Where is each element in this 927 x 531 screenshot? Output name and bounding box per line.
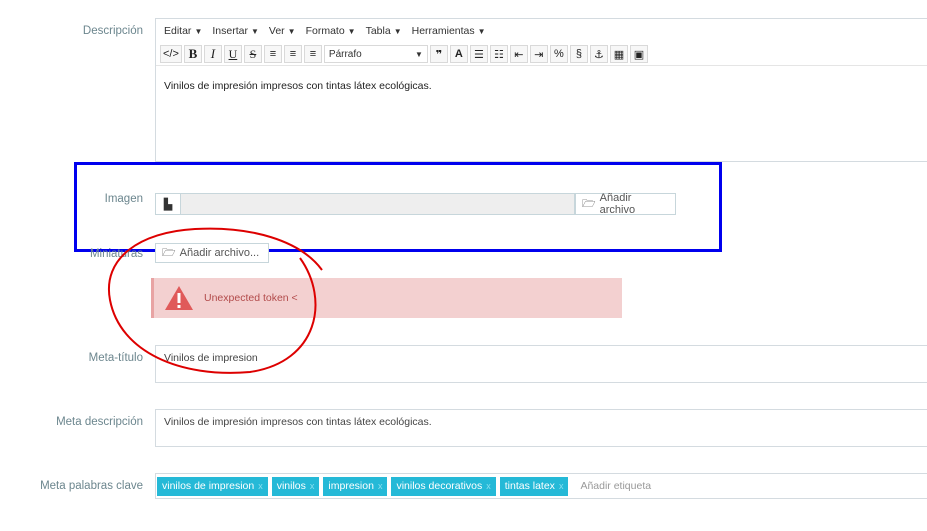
tag-chip: vinilos x	[271, 476, 320, 496]
remove-tag-icon[interactable]: x	[486, 481, 491, 491]
menu-insertar[interactable]: Insertar ▼	[212, 25, 259, 37]
menu-formato[interactable]: Formato ▼	[306, 25, 356, 37]
outdent-icon[interactable]: ⇤	[509, 45, 528, 63]
bullet-list-icon[interactable]: ☰	[469, 45, 488, 63]
tag-chip: vinilos de impresion x	[157, 476, 268, 496]
chevron-down-icon: ▼	[393, 26, 402, 36]
tag-chip: tintas latex x	[499, 476, 569, 496]
text-color-icon[interactable]: A	[449, 45, 468, 63]
strikethrough-icon[interactable]: S	[243, 45, 262, 63]
link-icon[interactable]: %	[549, 45, 568, 63]
image-icon[interactable]: ▣	[629, 45, 648, 63]
remove-tag-icon[interactable]: x	[559, 481, 564, 491]
tag-chip: impresion x	[323, 476, 388, 496]
meta-descripcion-label: Meta descripción	[56, 416, 143, 428]
unlink-icon[interactable]: §	[569, 45, 588, 63]
editor-toolbar: </> B I U S ≡ ≡ ≡ Párrafo ▼ ❞ A ☰ ☷ ⇤ ⇥ %…	[156, 43, 927, 66]
folder-open-icon: 🗁	[162, 246, 176, 259]
chevron-down-icon: ▼	[347, 26, 356, 36]
blockquote-icon[interactable]: ❞	[429, 45, 448, 63]
menu-tabla[interactable]: Tabla ▼	[366, 25, 402, 37]
align-left-icon[interactable]: ≡	[263, 45, 282, 63]
tag-chip: vinilos decorativos x	[391, 476, 496, 496]
chevron-down-icon: ▼	[477, 26, 486, 36]
rich-text-editor[interactable]: Editar ▼ Insertar ▼ Ver ▼ Formato ▼ Tabla ▼ H…	[155, 18, 927, 162]
menu-herramientas[interactable]: Herramientas ▼	[412, 25, 486, 37]
remove-tag-icon[interactable]: x	[258, 481, 263, 491]
remove-tag-icon[interactable]: x	[310, 481, 315, 491]
underline-icon[interactable]: U	[223, 45, 242, 63]
chevron-down-icon: ▼	[414, 49, 423, 59]
descripcion-label: Descripción	[82, 25, 143, 37]
editor-menubar: Editar ▼ Insertar ▼ Ver ▼ Formato ▼ Tabla ▼ H…	[156, 19, 927, 43]
numbered-list-icon[interactable]: ☷	[489, 45, 508, 63]
remove-tag-icon[interactable]: x	[378, 481, 383, 491]
bold-icon[interactable]: B	[183, 45, 202, 63]
add-tag-input[interactable]: Añadir etiqueta	[580, 480, 651, 492]
editor-content[interactable]: Vinilos de impresión impresos con tintas…	[156, 66, 927, 106]
chevron-down-icon: ▼	[194, 26, 203, 36]
miniaturas-label: Miniaturas	[89, 248, 143, 260]
warning-icon	[162, 284, 196, 312]
media-icon[interactable]: ▦	[609, 45, 628, 63]
menu-editar[interactable]: Editar ▼	[164, 25, 202, 37]
format-select[interactable]: Párrafo ▼	[323, 45, 428, 63]
indent-icon[interactable]: ⇥	[529, 45, 548, 63]
meta-titulo-input[interactable]: Vinilos de impresion	[155, 345, 927, 383]
chevron-down-icon: ▼	[287, 26, 296, 36]
meta-palabras-label: Meta palabras clave	[40, 480, 143, 492]
menu-ver[interactable]: Ver ▼	[269, 25, 296, 37]
italic-icon[interactable]: I	[203, 45, 222, 63]
meta-descripcion-input[interactable]: Vinilos de impresión impresos con tintas…	[155, 409, 927, 447]
miniaturas-add-file-button[interactable]: 🗁 Añadir archivo...	[155, 243, 269, 263]
tags-list: vinilos de impresion x vinilos x impresion…	[157, 475, 927, 497]
source-code-icon[interactable]: </>	[160, 45, 182, 63]
error-alert: Unexpected token <	[151, 278, 622, 318]
alert-message: Unexpected token <	[204, 292, 298, 304]
anchor-icon[interactable]: ⚓	[589, 45, 608, 63]
align-right-icon[interactable]: ≡	[303, 45, 322, 63]
highlight-box	[74, 162, 722, 252]
align-center-icon[interactable]: ≡	[283, 45, 302, 63]
chevron-down-icon: ▼	[250, 26, 259, 36]
meta-titulo-label: Meta-título	[88, 352, 143, 364]
